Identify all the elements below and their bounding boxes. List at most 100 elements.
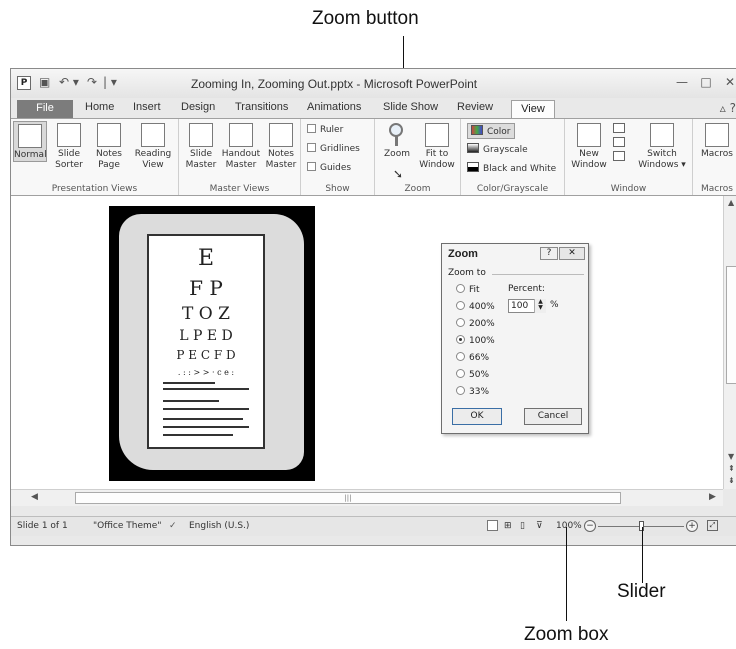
color-button[interactable]: Color <box>467 123 515 139</box>
switch-windows-button[interactable]: Switch Windows ▾ <box>635 121 689 171</box>
zoom-option-100[interactable]: 100% <box>456 335 495 346</box>
tab-file[interactable]: File <box>17 100 73 118</box>
cancel-button[interactable]: Cancel <box>524 408 582 425</box>
guides-checkbox[interactable]: Guides <box>307 162 351 173</box>
zoom-option-33[interactable]: 33% <box>456 386 489 397</box>
tab-view[interactable]: View <box>511 100 555 119</box>
slide-show-status-icon[interactable]: ⊽ <box>536 521 543 531</box>
scroll-down-icon[interactable]: ▼ <box>728 452 734 461</box>
group-show: Ruler Gridlines Guides Show <box>301 119 375 195</box>
new-window-button[interactable]: New Window <box>569 121 609 171</box>
horizontal-scrollbar[interactable]: ◀ ||| ▶ <box>11 489 723 506</box>
zoom-button[interactable]: Zoom <box>379 121 415 160</box>
ok-button[interactable]: OK <box>452 408 502 425</box>
scroll-left-icon[interactable]: ◀ <box>31 492 38 502</box>
eye-chart-line <box>163 400 219 402</box>
zoom-box[interactable]: 100% <box>556 521 582 531</box>
customize-qat-icon[interactable]: | ▾ <box>103 75 117 89</box>
normal-view-status-icon[interactable] <box>487 520 498 531</box>
slide-sorter-status-icon[interactable]: ⊞ <box>504 521 512 531</box>
grayscale-button[interactable]: Grayscale <box>467 143 528 155</box>
radio-icon <box>456 369 465 378</box>
group-label-macros: Macros <box>701 184 733 194</box>
tab-insert[interactable]: Insert <box>133 101 161 113</box>
group-label-master-views: Master Views <box>209 184 270 194</box>
tab-review[interactable]: Review <box>457 101 493 113</box>
status-bar: Slide 1 of 1 "Office Theme" ✓ English (U… <box>11 516 736 536</box>
slide-thumbnail[interactable]: E F P T O Z L P E D P E C F D . : : > > … <box>109 206 315 481</box>
macros-button[interactable]: Macros <box>699 121 735 160</box>
fit-to-window-icon <box>425 123 449 147</box>
language-indicator[interactable]: English (U.S.) <box>189 521 249 531</box>
handout-master-button[interactable]: Handout Master <box>221 121 261 171</box>
fit-to-window-button[interactable]: Fit to Window <box>417 121 457 171</box>
zoom-option-fit[interactable]: Fit <box>456 284 480 295</box>
arrange-icons[interactable] <box>613 123 627 167</box>
zoom-out-icon[interactable]: − <box>584 520 596 532</box>
gridlines-label: Gridlines <box>320 144 360 154</box>
normal-view-button[interactable]: Normal <box>13 121 47 162</box>
zoom-option-200[interactable]: 200% <box>456 318 495 329</box>
mouse-pointer-icon: ➘ <box>393 167 404 181</box>
spell-check-icon[interactable]: ✓ <box>169 521 177 531</box>
tab-transitions[interactable]: Transitions <box>235 101 288 113</box>
help-icon[interactable]: ▵ ? <box>720 101 736 115</box>
macros-label: Macros <box>701 149 733 159</box>
reading-view-button[interactable]: Reading View <box>131 121 175 171</box>
eye-chart-line <box>163 382 215 384</box>
scroll-up-icon[interactable]: ▲ <box>728 198 734 207</box>
gridlines-checkbox[interactable]: Gridlines <box>307 143 360 154</box>
slide-sorter-button[interactable]: Slide Sorter <box>49 121 89 171</box>
tab-animations[interactable]: Animations <box>307 101 361 113</box>
zoom-option-400[interactable]: 400% <box>456 301 495 312</box>
notes-page-label: Notes Page <box>96 149 122 170</box>
zoom-in-icon[interactable]: + <box>686 520 698 532</box>
zoom-option-50[interactable]: 50% <box>456 369 489 380</box>
hscroll-thumb[interactable]: ||| <box>75 492 621 504</box>
minimize-button[interactable]: — <box>673 75 691 89</box>
next-slide-icon[interactable]: ⇟ <box>728 476 735 485</box>
grayscale-label: Grayscale <box>483 145 528 155</box>
save-icon[interactable]: ▣ <box>39 75 50 89</box>
scroll-right-icon[interactable]: ▶ <box>709 492 716 502</box>
ruler-checkbox[interactable]: Ruler <box>307 124 343 135</box>
slider-callout-line <box>642 527 643 583</box>
black-and-white-button[interactable]: Black and White <box>467 162 556 174</box>
redo-icon[interactable]: ↷ <box>87 75 97 89</box>
vertical-scrollbar[interactable]: ▲ ▼ ⇞ ⇟ <box>723 196 736 489</box>
tab-home[interactable]: Home <box>85 101 114 113</box>
notes-master-button[interactable]: Notes Master <box>263 121 299 171</box>
dialog-close-button[interactable]: ✕ <box>559 247 585 260</box>
zoom-option-label: 66% <box>469 353 490 363</box>
prev-slide-icon[interactable]: ⇞ <box>728 464 735 473</box>
notes-page-button[interactable]: Notes Page <box>91 121 127 171</box>
group-label-presentation-views: Presentation Views <box>51 184 138 194</box>
zoom-option-66[interactable]: 66% <box>456 352 489 363</box>
fit-slide-to-window-icon[interactable]: ⤢ <box>707 520 718 531</box>
radio-selected-icon <box>456 335 465 344</box>
zoom-option-label: Fit <box>469 285 480 295</box>
radio-icon <box>456 352 465 361</box>
maximize-button[interactable]: □ <box>697 75 715 89</box>
powerpoint-app-icon[interactable]: P <box>17 76 31 90</box>
zoom-option-label: 100% <box>469 336 495 346</box>
zoom-label: Zoom <box>384 149 410 159</box>
reading-view-status-icon[interactable]: ▯ <box>520 521 525 531</box>
eye-chart-line <box>163 388 249 390</box>
dialog-help-button[interactable]: ? <box>540 247 558 260</box>
color-swatch-icon <box>471 125 483 135</box>
undo-icon[interactable]: ↶ ▾ <box>59 75 79 89</box>
group-label-color-grayscale: Color/Grayscale <box>476 184 549 194</box>
zoom-box-callout-line <box>566 527 567 621</box>
zoom-dialog: Zoom ? ✕ Zoom to Fit 400% 200% 100% 66% … <box>441 243 589 434</box>
close-button[interactable]: ✕ <box>721 75 736 89</box>
slide-master-button[interactable]: Slide Master <box>183 121 219 171</box>
scroll-thumb[interactable] <box>726 266 736 384</box>
eye-chart-row-6: . : : > > · c e : <box>177 368 235 377</box>
zoom-button-callout: Zoom button <box>312 8 419 29</box>
normal-view-label: Normal <box>14 150 47 160</box>
tab-design[interactable]: Design <box>181 101 215 113</box>
tab-slide-show[interactable]: Slide Show <box>383 101 438 113</box>
percent-spinner-icon[interactable]: ▲ ▼ <box>534 299 546 313</box>
zoom-option-label: 400% <box>469 302 495 312</box>
